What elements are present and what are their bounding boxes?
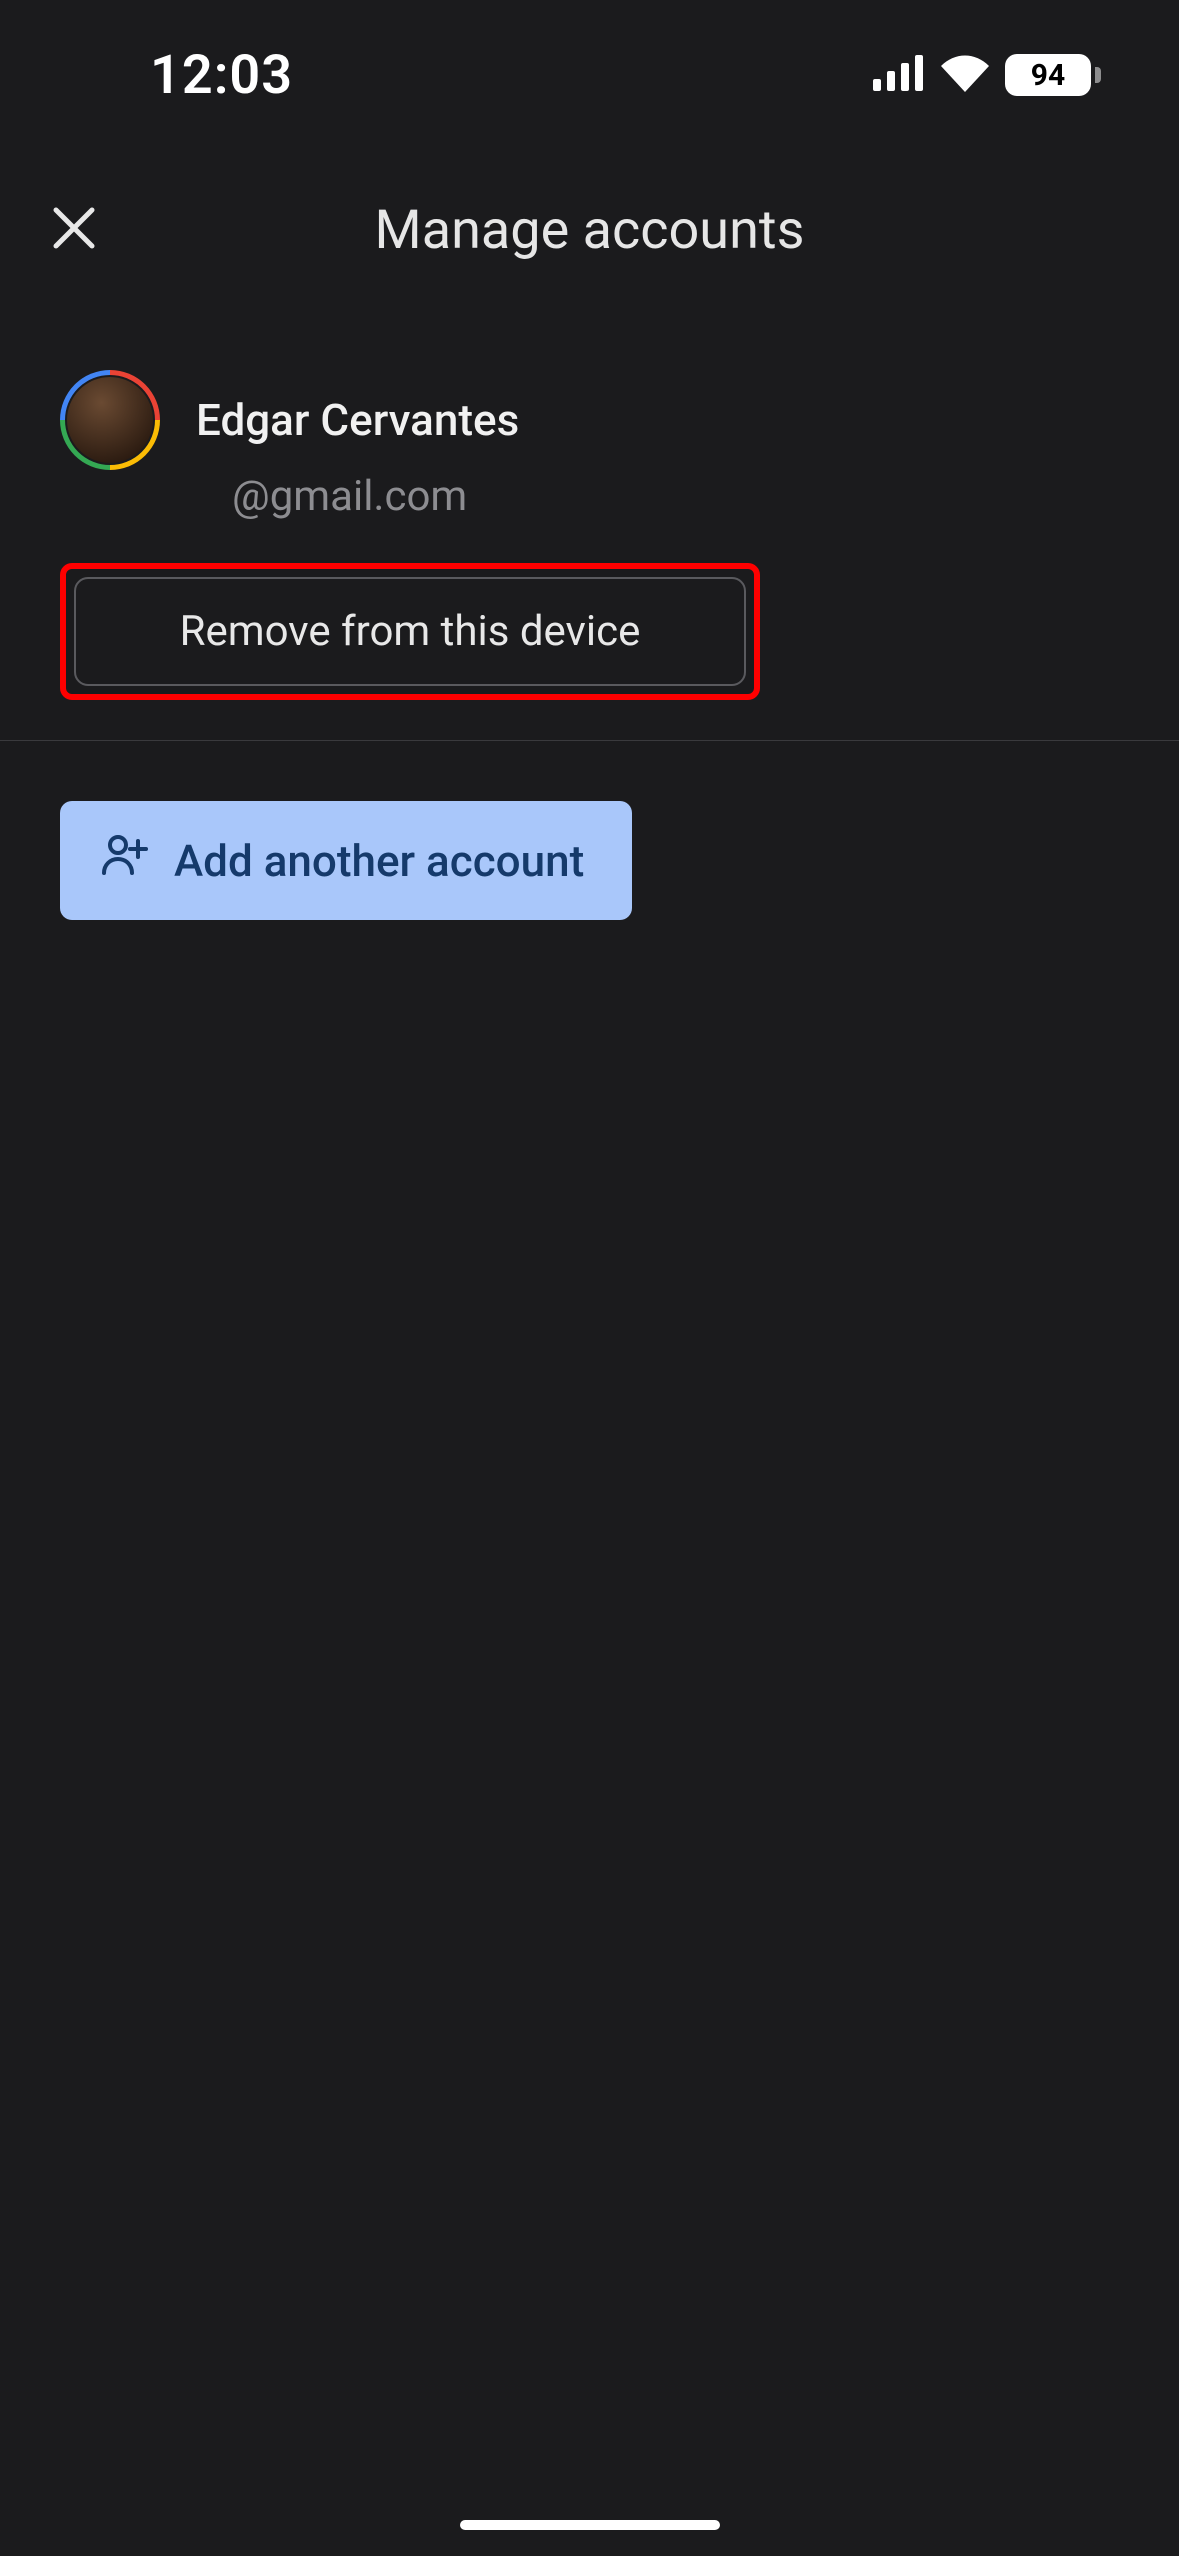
remove-highlight: Remove from this device xyxy=(60,563,760,700)
home-indicator[interactable] xyxy=(460,2520,720,2530)
wifi-icon xyxy=(939,54,991,96)
add-another-account-button[interactable]: Add another account xyxy=(60,801,632,920)
add-account-label: Add another account xyxy=(174,835,584,887)
status-time: 12:03 xyxy=(0,34,873,107)
avatar-image xyxy=(65,375,155,465)
remove-from-device-button[interactable]: Remove from this device xyxy=(74,577,746,686)
header: Manage accounts xyxy=(0,140,1179,320)
cellular-signal-icon xyxy=(873,55,925,95)
page-title: Manage accounts xyxy=(375,199,805,262)
account-name: Edgar Cervantes xyxy=(196,396,519,444)
close-icon xyxy=(50,204,98,256)
battery-icon: 94 xyxy=(1005,54,1101,96)
status-right: 94 xyxy=(873,44,1131,96)
close-button[interactable] xyxy=(44,200,104,260)
battery-level: 94 xyxy=(1005,54,1091,96)
account-email: @gmail.com xyxy=(60,472,1119,521)
add-account-section: Add another account xyxy=(0,741,1179,980)
account-text: Edgar Cervantes xyxy=(196,396,519,444)
account-section: Edgar Cervantes @gmail.com Remove from t… xyxy=(0,320,1179,741)
person-add-icon xyxy=(100,831,148,890)
status-bar: 12:03 94 xyxy=(0,0,1179,140)
avatar xyxy=(60,370,160,470)
account-row[interactable]: Edgar Cervantes xyxy=(60,370,1119,470)
